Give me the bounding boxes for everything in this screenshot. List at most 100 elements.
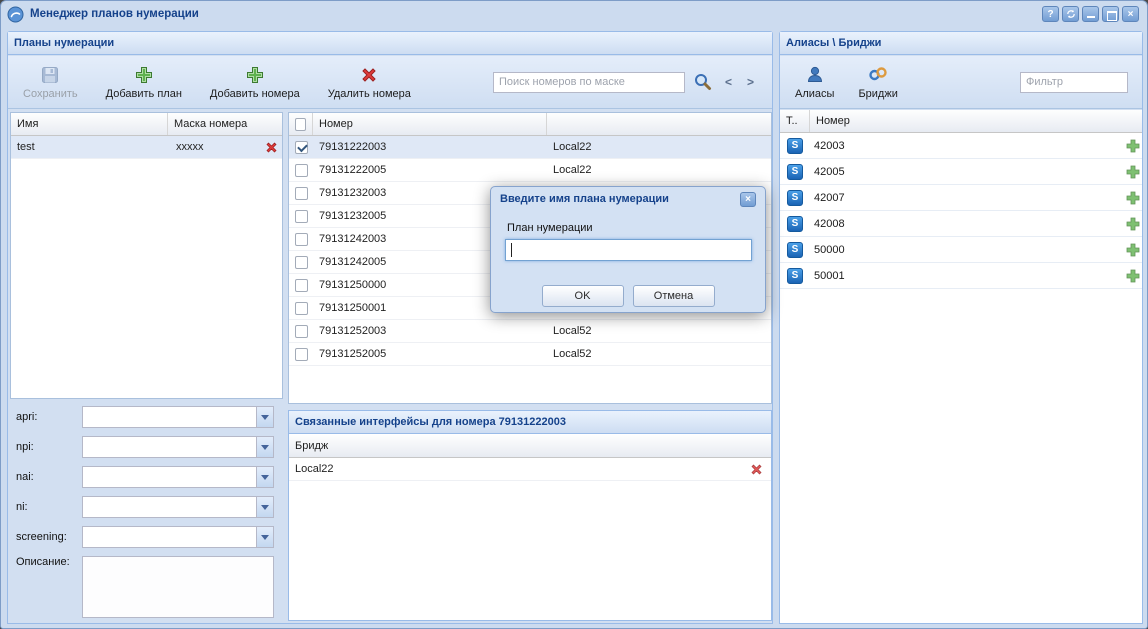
column-mask[interactable]: Маска номера [168, 113, 282, 135]
app-window: Менеджер планов нумерации ? × Планы нуме… [0, 0, 1148, 629]
screening-select[interactable] [82, 526, 274, 548]
row-checkbox[interactable] [295, 256, 308, 269]
save-icon [40, 65, 60, 85]
delete-interface-icon[interactable] [749, 462, 764, 477]
add-number-icon[interactable] [1125, 216, 1141, 232]
interfaces-grid-header: Бридж [289, 435, 771, 458]
row-checkbox[interactable] [295, 187, 308, 200]
dialog-header: Введите имя плана нумерации × [491, 187, 765, 211]
cancel-button[interactable]: Отмена [633, 285, 715, 307]
minimize-button[interactable] [1082, 6, 1099, 22]
nai-label: nai: [10, 471, 82, 483]
alias-row[interactable]: S 50000 [780, 237, 1142, 263]
next-page-button[interactable]: > [743, 72, 758, 92]
add-number-icon[interactable] [1125, 190, 1141, 206]
add-number-icon[interactable] [1125, 268, 1141, 284]
help-button[interactable]: ? [1042, 6, 1059, 22]
aliases-grid: Т.. Номер S 42003 S 42005 S 42007 [780, 110, 1142, 623]
nai-select[interactable] [82, 466, 274, 488]
save-button[interactable]: Сохранить [18, 62, 83, 103]
titlebar: Менеджер планов нумерации ? × [1, 1, 1147, 27]
alias-row[interactable]: S 50001 [780, 263, 1142, 289]
alias-row[interactable]: S 42003 [780, 133, 1142, 159]
alias-number-cell: 42003 [810, 140, 845, 152]
row-checkbox[interactable] [295, 302, 308, 315]
plan-mask-cell: xxxxx [168, 141, 210, 153]
bridge-type-icon: S [787, 164, 803, 180]
delete-numbers-button[interactable]: Удалить номера [323, 62, 416, 103]
alias-number-cell: 42007 [810, 192, 845, 204]
chevron-down-icon[interactable] [256, 437, 273, 457]
save-label: Сохранить [23, 88, 78, 100]
column-number[interactable]: Номер [810, 110, 1142, 132]
add-number-icon[interactable] [1125, 242, 1141, 258]
row-checkbox[interactable] [295, 348, 308, 361]
add-plan-label: Добавить план [106, 88, 182, 100]
column-name[interactable]: Имя [11, 113, 168, 135]
refresh-button[interactable] [1062, 6, 1079, 22]
alias-number-cell: 42008 [810, 218, 845, 230]
aliases-bridges-panel: Алиасы \ Бриджи Алиасы Бриджи Т.. [779, 31, 1143, 624]
column-bridge-blank [547, 113, 771, 135]
number-row[interactable]: 79131252005 Local52 [289, 343, 771, 366]
alias-number-cell: 50001 [810, 270, 845, 282]
number-cell: 79131252003 [313, 325, 547, 337]
plan-row[interactable]: test xxxxx [11, 136, 282, 159]
select-all-checkbox[interactable] [295, 118, 306, 131]
bridge-type-icon: S [787, 216, 803, 232]
filter-input[interactable] [1020, 72, 1128, 93]
number-row[interactable]: 79131222003 Local22 [289, 136, 771, 159]
npi-select[interactable] [82, 436, 274, 458]
bridges-button[interactable]: Бриджи [853, 62, 902, 103]
row-checkbox[interactable] [295, 325, 308, 338]
plan-name-input[interactable] [505, 239, 752, 261]
number-search-input[interactable] [493, 72, 685, 93]
bridge-cell: Local22 [547, 141, 771, 153]
description-textarea[interactable] [82, 556, 274, 618]
prev-page-button[interactable]: < [721, 72, 736, 92]
add-numbers-label: Добавить номера [210, 88, 300, 100]
ok-button[interactable]: OK [542, 285, 624, 307]
chevron-down-icon[interactable] [256, 497, 273, 517]
row-checkbox[interactable] [295, 233, 308, 246]
row-checkbox[interactable] [295, 279, 308, 292]
ni-label: ni: [10, 501, 82, 513]
search-icon[interactable] [692, 71, 714, 93]
add-numbers-button[interactable]: Добавить номера [205, 62, 305, 103]
add-number-icon[interactable] [1125, 164, 1141, 180]
aliases-button[interactable]: Алиасы [790, 62, 839, 103]
search-group: < > [493, 71, 762, 93]
close-button[interactable]: × [1122, 6, 1139, 22]
alias-row[interactable]: S 42008 [780, 211, 1142, 237]
apri-select[interactable] [82, 406, 274, 428]
plan-name-dialog: Введите имя плана нумерации × План нумер… [490, 186, 766, 313]
column-number[interactable]: Номер [313, 113, 547, 135]
number-row[interactable]: 79131222005 Local22 [289, 159, 771, 182]
description-label: Описание: [10, 556, 82, 568]
alias-row[interactable]: S 42005 [780, 159, 1142, 185]
add-plan-button[interactable]: Добавить план [101, 62, 187, 103]
column-bridge[interactable]: Бридж [289, 435, 771, 457]
chevron-down-icon[interactable] [256, 467, 273, 487]
interfaces-grid: Бридж Local22 [289, 435, 771, 620]
interface-row[interactable]: Local22 [289, 458, 771, 481]
number-row[interactable]: 79131252003 Local52 [289, 320, 771, 343]
row-checkbox[interactable] [295, 210, 308, 223]
dialog-close-button[interactable]: × [740, 192, 756, 207]
alias-row[interactable]: S 42007 [780, 185, 1142, 211]
alias-number-cell: 50000 [810, 244, 845, 256]
chevron-down-icon[interactable] [256, 527, 273, 547]
bridge-cell: Local22 [547, 164, 771, 176]
chevron-down-icon[interactable] [256, 407, 273, 427]
column-type[interactable]: Т.. [780, 110, 810, 132]
ni-select[interactable] [82, 496, 274, 518]
delete-plan-icon[interactable] [264, 140, 279, 155]
row-checkbox[interactable] [295, 164, 308, 177]
number-cell: 79131252005 [313, 348, 547, 360]
number-cell: 79131222005 [313, 164, 547, 176]
bridge-type-icon: S [787, 242, 803, 258]
add-number-icon[interactable] [1125, 138, 1141, 154]
row-checkbox[interactable] [295, 141, 308, 154]
maximize-button[interactable] [1102, 6, 1119, 22]
numbers-grid-header: Номер [289, 113, 771, 136]
